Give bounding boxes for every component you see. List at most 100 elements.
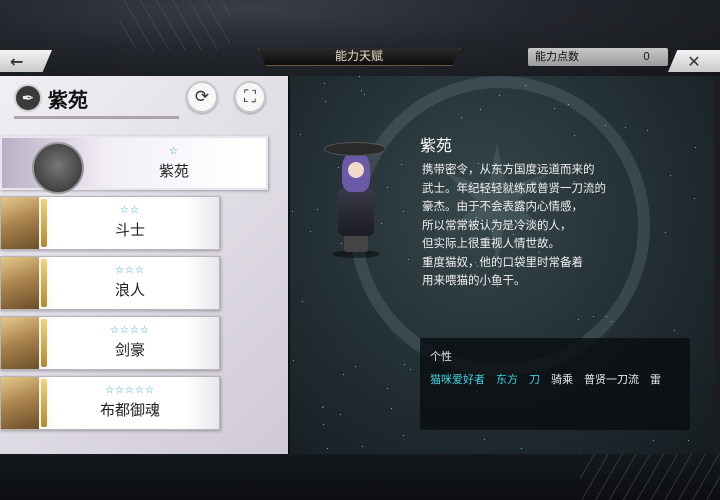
star-dot [324, 83, 325, 84]
star-dot [359, 76, 360, 77]
star-dot [694, 198, 695, 199]
star-dot [578, 319, 579, 320]
star-dot [480, 109, 481, 110]
decorative-crack [120, 0, 230, 50]
job-item-shion[interactable]: ☆ 紫苑 [0, 136, 268, 194]
job-label: 斗士 [114, 221, 145, 239]
trait-tag: 东方 [496, 373, 518, 386]
trait-tag: 骑乘 [551, 373, 573, 386]
arrow-left-icon: ← [10, 51, 24, 71]
star-dot [292, 211, 293, 212]
star-dot [688, 440, 689, 441]
job-item-futsu-mitama[interactable]: ☆☆☆☆☆ 布都御魂 [0, 376, 220, 430]
ability-points-box: 能力点数 0 [528, 48, 668, 66]
close-icon: ✕ [687, 51, 701, 71]
decorative-crack [580, 454, 720, 500]
job-stars: ☆☆ [120, 205, 140, 216]
expand-button[interactable]: ⛶ [234, 81, 266, 113]
star-dot [403, 211, 404, 212]
star-dot [323, 406, 324, 407]
star-dot [300, 134, 301, 135]
star-dot [302, 301, 303, 302]
job-item-ronin[interactable]: ☆☆☆ 浪人 [0, 256, 220, 310]
star-dot [404, 364, 405, 365]
star-dot [521, 448, 522, 449]
star-dot [574, 135, 575, 136]
star-dot [408, 259, 409, 260]
ability-points-label: 能力点数 [535, 50, 579, 63]
description-line: 用来喂猫的小鱼干。 [422, 273, 526, 287]
star-dot [343, 374, 344, 375]
trait-tag: 普贤一刀流 [584, 373, 639, 386]
traits-box: 个性 猫咪爱好者 东方 刀 骑乘 普贤一刀流 雷 [420, 338, 690, 430]
page-title: 能力天赋 [258, 48, 460, 66]
job-stars: ☆☆☆☆ [110, 325, 150, 336]
star-dot [322, 407, 323, 408]
star-dot [340, 414, 341, 415]
star-dot [568, 104, 569, 105]
job-label: 浪人 [114, 281, 145, 299]
star-dot [611, 321, 612, 322]
star-dot [695, 147, 696, 148]
description-line: 豪杰。由于不会表露内心情感， [422, 199, 583, 213]
star-dot [653, 440, 654, 441]
star-dot [310, 231, 311, 232]
job-stars: ☆ [169, 146, 179, 157]
star-dot [647, 130, 648, 131]
job-label: 布都御魂 [99, 401, 160, 419]
expand-icon: ⛶ [244, 87, 256, 107]
character-description: 携带密令，从东方国度远道而来的 武士。年纪轻轻就练成普贤一刀流的 豪杰。由于不会… [422, 160, 652, 290]
job-label: 剑豪 [114, 341, 145, 359]
star-dot [323, 424, 324, 425]
star-dot [593, 316, 594, 317]
description-line: 武士。年纪轻轻就练成普贤一刀流的 [422, 180, 606, 195]
warrior-portrait-icon [1, 317, 39, 369]
description-line: 但实际上很重视人情世故。 [422, 236, 560, 250]
refresh-icon: ⟳ [194, 87, 210, 107]
star-dot [362, 446, 363, 447]
star-dot [403, 435, 404, 436]
star-dot [317, 209, 318, 210]
traits-list: 猫咪爱好者 东方 刀 骑乘 普贤一刀流 雷 [430, 371, 680, 387]
refresh-button[interactable]: ⟳ [186, 81, 218, 113]
star-dot [525, 85, 526, 86]
star-dot [670, 175, 671, 176]
star-dot [361, 90, 362, 91]
star-dot [293, 360, 294, 361]
description-line: 重度猫奴，他的口袋里时常备着 [422, 254, 583, 269]
ability-points-value: 0 [643, 50, 650, 63]
trait-tag: 刀 [529, 373, 540, 386]
star-dot [461, 117, 462, 118]
warrior-portrait-icon [1, 257, 39, 309]
warrior-portrait-icon [1, 377, 39, 429]
star-dot [554, 108, 555, 109]
star-dot [364, 94, 365, 95]
job-list-panel: ✒ 紫苑 ⟳ ⛶ ☆ 紫苑 ☆☆ 斗士 ☆☆☆ 浪人 ☆☆☆☆ 剑豪 ☆☆☆☆☆… [0, 76, 288, 454]
star-dot [625, 127, 626, 128]
star-dot [391, 408, 392, 409]
job-stars: ☆☆☆ [115, 265, 145, 276]
job-item-swordmaster[interactable]: ☆☆☆☆ 剑豪 [0, 316, 220, 370]
name-underline [14, 116, 179, 119]
detail-panel: ✶ 紫苑 携带密令，从东方国度远道而来的 武士。年纪轻轻就练成普贤一刀流的 豪杰… [288, 76, 714, 454]
description-line: 携带密令，从东方国度远道而来的 [422, 162, 595, 176]
star-dot [410, 369, 411, 370]
trait-tag: 雷 [650, 373, 661, 386]
star-dot [325, 101, 326, 102]
star-dot [665, 232, 666, 233]
trait-tag: 猫咪爱好者 [430, 373, 485, 386]
feather-icon: ✒ [14, 84, 42, 112]
star-dot [387, 388, 388, 389]
star-dot [401, 164, 402, 165]
star-dot [484, 439, 485, 440]
star-dot [605, 125, 606, 126]
job-stars: ☆☆☆☆☆ [105, 385, 155, 396]
star-dot [387, 187, 388, 188]
warrior-portrait-icon [1, 197, 39, 249]
character-name: 紫苑 [48, 87, 88, 112]
job-item-fighter[interactable]: ☆☆ 斗士 [0, 196, 220, 250]
character-header: ✒ 紫苑 [14, 82, 88, 114]
character-sprite [324, 132, 386, 262]
detail-name: 紫苑 [420, 136, 453, 155]
hooded-portrait-icon [32, 142, 84, 194]
